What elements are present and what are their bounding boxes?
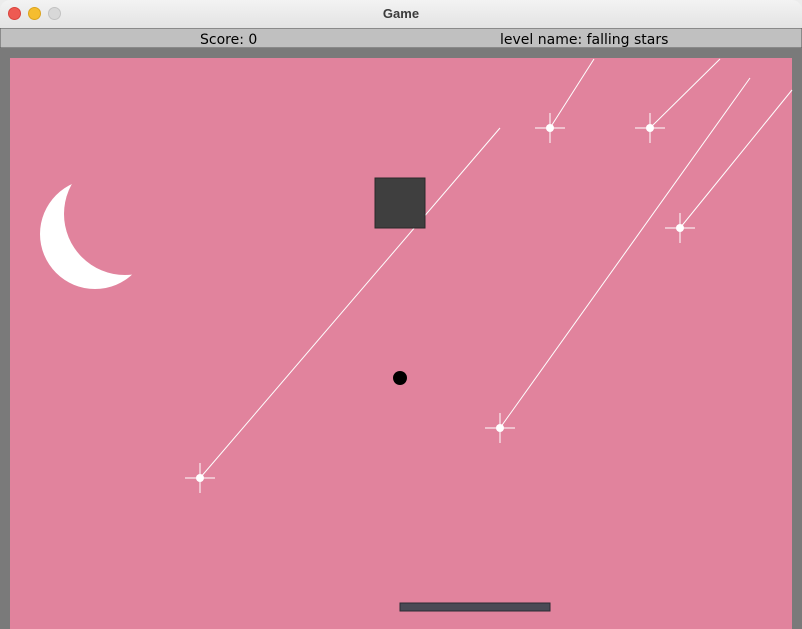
title-bar: Game — [0, 0, 802, 29]
top-wall — [0, 48, 802, 58]
score-label: Score: 0 — [200, 32, 257, 48]
sky-background — [10, 58, 792, 629]
game-window: Game Score: 0 level name: falling stars — [0, 0, 802, 629]
paddle[interactable] — [399, 602, 551, 612]
brick-block — [374, 177, 426, 229]
crescent-moon-icon — [40, 179, 150, 289]
left-wall — [0, 58, 10, 629]
level-name-label: level name: falling stars — [500, 32, 668, 48]
game-canvas[interactable]: Score: 0 level name: falling stars — [0, 28, 802, 629]
hud-bar — [0, 28, 802, 49]
window-title: Game — [382, 6, 420, 21]
right-wall — [792, 58, 802, 629]
ball — [393, 371, 407, 385]
